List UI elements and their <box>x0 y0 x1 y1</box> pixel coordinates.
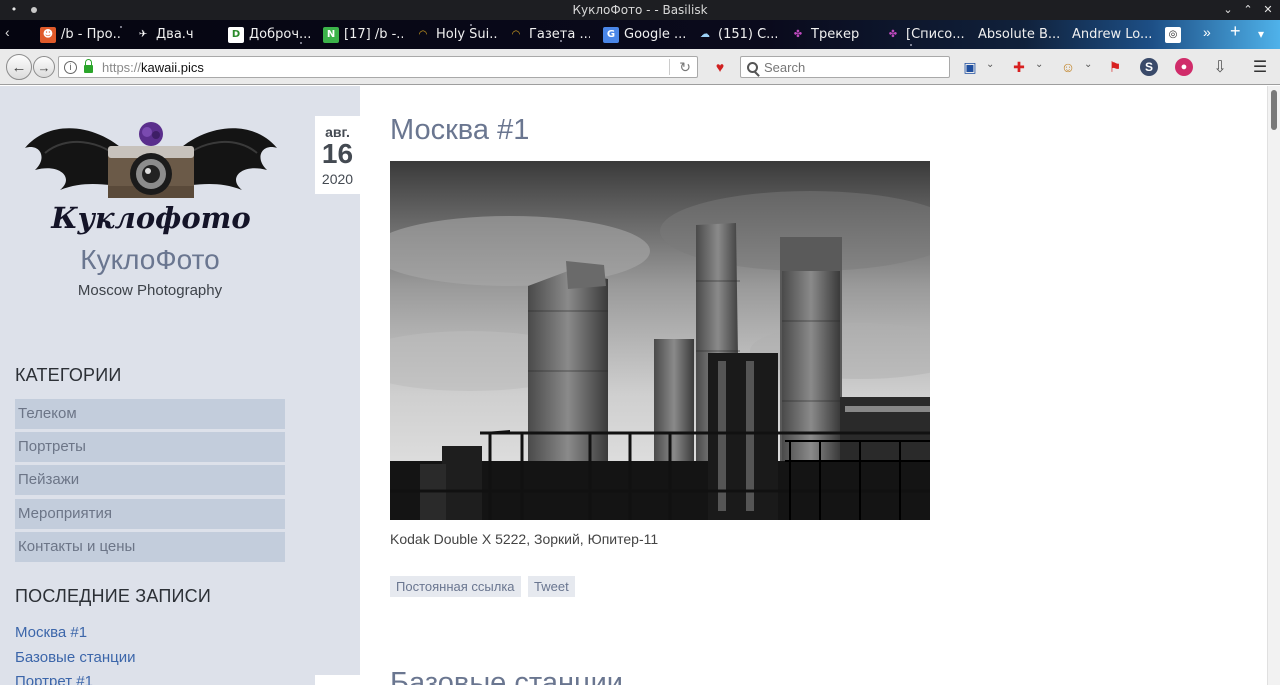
tab-label: (151) C... <box>718 27 777 42</box>
save-icon[interactable]: ▣ <box>961 58 979 76</box>
halo-icon: ◠ <box>512 29 520 40</box>
url-bar[interactable]: i https:// kawaii.pics ↻ <box>58 56 698 78</box>
search-icon <box>747 61 758 73</box>
tabs-scroll-left-icon[interactable]: ‹ <box>5 24 10 40</box>
cloud-icon: ☁ <box>700 29 710 40</box>
tab-label: [17] /b -... <box>344 27 403 42</box>
tab-label: Holy Sui... <box>436 27 497 42</box>
window-title: КуклоФото - - Basilisk <box>572 3 708 17</box>
tab-strip: ‹ ☻ /b - Про... ✈ Два.ч D Доброч... N [1… <box>0 20 1280 49</box>
category-telecom[interactable]: Телеком <box>15 399 285 429</box>
back-button[interactable]: ← <box>6 54 32 80</box>
tab-label: Andrew Lo... <box>1072 27 1153 42</box>
page-scrollbar[interactable] <box>1267 86 1280 685</box>
tab-holy-sui[interactable]: ◠ Holy Sui... <box>415 22 497 47</box>
tab-label: /b - Про... <box>61 27 120 42</box>
tab-label: Google ... <box>624 27 685 42</box>
categories-heading: КАТЕГОРИИ <box>15 365 122 385</box>
tabs-scroll-right-icon[interactable]: » <box>1203 24 1211 40</box>
tab-dobrochan[interactable]: D Доброч... <box>228 22 313 47</box>
recent-post-link[interactable]: Москва #1 <box>15 624 87 641</box>
recent-posts-heading: ПОСЛЕДНИЕ ЗАПИСИ <box>15 586 211 606</box>
site-logo[interactable]: Куклофото <box>20 118 282 240</box>
arrow-right-icon: → <box>37 59 51 75</box>
reddit-icon: ☻ <box>40 26 56 43</box>
post-date-day: 16 <box>321 138 354 169</box>
category-events[interactable]: Мероприятия <box>15 499 285 529</box>
post-date-year: 2020 <box>321 171 354 187</box>
tab-spisok[interactable]: ✤ [Списо... <box>885 22 965 47</box>
menu-icon[interactable]: ☰ <box>1251 58 1269 76</box>
site-subtitle: Moscow Photography <box>77 282 223 299</box>
tab-google[interactable]: G Google ... <box>603 22 685 47</box>
tab-label: Доброч... <box>249 27 312 42</box>
next-post-date-badge <box>315 675 360 685</box>
tab-andrew[interactable]: Andrew Lo... <box>1072 22 1154 47</box>
flag-icon[interactable]: ⚑ <box>1106 58 1124 76</box>
site-title[interactable]: КуклоФото <box>0 244 300 276</box>
recent-post-link[interactable]: Базовые станции <box>15 649 136 666</box>
tab-reddit[interactable]: ☻ /b - Про... <box>40 22 120 47</box>
dobrochan-icon: D <box>228 26 244 43</box>
first-aid-icon[interactable]: ✚ <box>1010 58 1028 76</box>
post-title[interactable]: Москва #1 <box>390 114 529 147</box>
tab-17-b[interactable]: N [17] /b -... <box>323 22 403 47</box>
post-date-badge: авг. 16 2020 <box>315 116 360 194</box>
bookmark-extension-icon[interactable]: ♥ <box>711 58 729 76</box>
tab-label: Трекер <box>811 27 860 42</box>
navigation-bar: ← → i https:// kawaii.pics ↻ ♥ Search ▣ … <box>0 49 1280 85</box>
arrow-left-icon: ← <box>11 58 27 76</box>
minimize-icon[interactable]: ⌄ <box>1222 4 1234 16</box>
window-titlebar: • КуклоФото - - Basilisk ⌄ ⌃ ✕ <box>0 0 1280 20</box>
close-icon[interactable]: ✕ <box>1262 4 1274 16</box>
tab-label: Два.ч <box>156 27 194 42</box>
chevron-down-icon[interactable]: ⌄ <box>1084 59 1092 70</box>
tab-label: Газета ... <box>529 27 590 42</box>
permalink-button[interactable]: Постоянная ссылка <box>390 576 521 597</box>
account-icon[interactable]: ● <box>1175 58 1193 76</box>
post-caption: Kodak Double X 5222, Зоркий, Юпитер-11 <box>390 531 659 547</box>
post-photo[interactable] <box>390 161 930 520</box>
tab-gazeta[interactable]: ◠ Газета ... <box>508 22 590 47</box>
category-landscapes[interactable]: Пейзажи <box>15 465 285 495</box>
s-extension-icon[interactable]: S <box>1140 58 1158 76</box>
leaf-icon: N <box>323 26 339 43</box>
logo-text: Куклофото <box>50 201 250 235</box>
site-favicon-icon: ◎ <box>1165 26 1181 43</box>
info-icon[interactable]: i <box>64 60 77 74</box>
tweet-button[interactable]: Tweet <box>528 576 575 597</box>
category-portraits[interactable]: Портреты <box>15 432 285 462</box>
scrollbar-thumb[interactable] <box>1271 90 1277 130</box>
reload-icon[interactable]: ↻ <box>679 59 691 76</box>
download-icon[interactable]: ⇩ <box>1211 58 1229 76</box>
recent-post-link[interactable]: Портрет #1 <box>15 673 93 685</box>
pinwheel-icon: ✤ <box>888 29 898 40</box>
category-contacts-prices[interactable]: Контакты и цены <box>15 532 285 562</box>
tab-absolute[interactable]: Absolute B... <box>978 22 1060 47</box>
bird-icon: ✈ <box>138 29 148 40</box>
lock-icon <box>84 59 93 73</box>
tab-151[interactable]: ☁ (151) C... <box>697 22 777 47</box>
tab-label: Absolute B... <box>978 27 1060 42</box>
pinwheel-icon: ✤ <box>793 29 803 40</box>
greasemonkey-icon[interactable]: ☺ <box>1059 58 1077 76</box>
tab-tracker[interactable]: ✤ Трекер <box>790 22 870 47</box>
tab-dvach[interactable]: ✈ Два.ч <box>135 22 217 47</box>
url-protocol: https:// <box>102 59 142 75</box>
tab-active-page[interactable]: ◎ <box>1165 22 1185 47</box>
search-placeholder: Search <box>764 59 806 75</box>
translate-icon: G <box>603 26 619 43</box>
chevron-down-icon[interactable]: ⌄ <box>986 59 994 70</box>
next-post-title[interactable]: Базовые станции <box>390 667 623 685</box>
chevron-down-icon[interactable]: ⌄ <box>1035 59 1043 70</box>
url-host: kawaii.pics <box>141 59 204 75</box>
halo-icon: ◠ <box>419 29 427 40</box>
new-tab-icon[interactable]: + <box>1230 21 1241 42</box>
tab-list-icon[interactable]: ▾ <box>1258 27 1264 41</box>
search-input[interactable]: Search <box>740 56 950 78</box>
tab-label: [Списо... <box>906 27 965 42</box>
maximize-icon[interactable]: ⌃ <box>1242 4 1254 16</box>
forward-button[interactable]: → <box>33 56 55 78</box>
